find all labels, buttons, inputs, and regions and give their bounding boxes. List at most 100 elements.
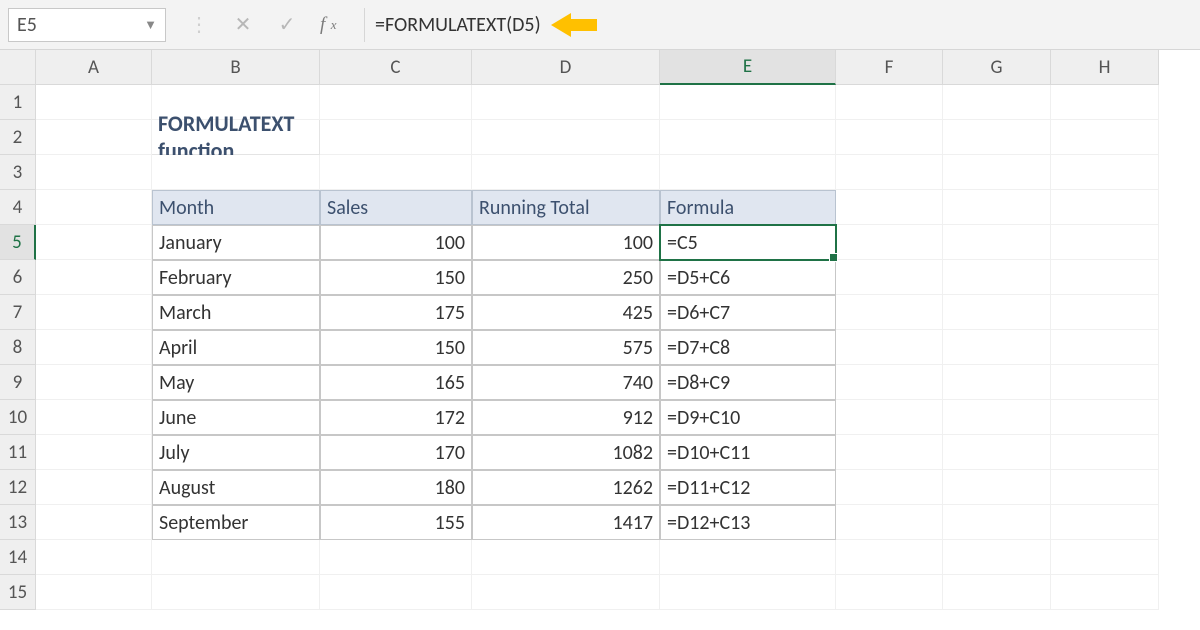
cell-G1[interactable] xyxy=(943,85,1051,120)
cell-D7[interactable]: 425 xyxy=(472,295,660,330)
cell-C11[interactable]: 170 xyxy=(320,435,472,470)
cell-H12[interactable] xyxy=(1051,470,1159,505)
cancel-icon[interactable]: ✕ xyxy=(232,14,254,36)
cell-B8[interactable]: April xyxy=(152,330,320,365)
row-header-3[interactable]: 3 xyxy=(0,155,36,190)
cell-A3[interactable] xyxy=(36,155,152,190)
column-header-F[interactable]: F xyxy=(836,50,943,85)
cell-C6[interactable]: 150 xyxy=(320,260,472,295)
cell-D11[interactable]: 1082 xyxy=(472,435,660,470)
cell-B3[interactable] xyxy=(152,155,320,190)
cell-E11[interactable]: =D10+C11 xyxy=(660,435,836,470)
cell-H8[interactable] xyxy=(1051,330,1159,365)
cell-C13[interactable]: 155 xyxy=(320,505,472,540)
cell-D1[interactable] xyxy=(472,85,660,120)
formula-input[interactable]: =FORMULATEXT(D5) xyxy=(364,8,1190,42)
cell-E15[interactable] xyxy=(660,575,836,610)
worksheet-grid[interactable]: ABCDEFGH12FORMULATEXT function34MonthSal… xyxy=(0,50,1200,610)
cell-G15[interactable] xyxy=(943,575,1051,610)
cell-C8[interactable]: 150 xyxy=(320,330,472,365)
cell-H7[interactable] xyxy=(1051,295,1159,330)
cell-D5[interactable]: 100 xyxy=(472,225,660,260)
column-header-B[interactable]: B xyxy=(152,50,320,85)
cell-F3[interactable] xyxy=(836,155,943,190)
cell-G12[interactable] xyxy=(943,470,1051,505)
cell-B6[interactable]: February xyxy=(152,260,320,295)
enter-icon[interactable]: ✓ xyxy=(276,14,298,36)
cell-F12[interactable] xyxy=(836,470,943,505)
cell-A2[interactable] xyxy=(36,120,152,155)
cell-A5[interactable] xyxy=(36,225,152,260)
cell-G2[interactable] xyxy=(943,120,1051,155)
fx-icon[interactable]: fx xyxy=(320,14,342,36)
cell-F4[interactable] xyxy=(836,190,943,225)
cell-C14[interactable] xyxy=(320,540,472,575)
cell-C12[interactable]: 180 xyxy=(320,470,472,505)
cell-A10[interactable] xyxy=(36,400,152,435)
column-header-H[interactable]: H xyxy=(1051,50,1159,85)
cell-C3[interactable] xyxy=(320,155,472,190)
cell-C15[interactable] xyxy=(320,575,472,610)
row-header-14[interactable]: 14 xyxy=(0,540,36,575)
cell-B9[interactable]: May xyxy=(152,365,320,400)
cell-A7[interactable] xyxy=(36,295,152,330)
cell-F13[interactable] xyxy=(836,505,943,540)
column-header-G[interactable]: G xyxy=(943,50,1051,85)
cell-H11[interactable] xyxy=(1051,435,1159,470)
row-header-10[interactable]: 10 xyxy=(0,400,36,435)
cell-H1[interactable] xyxy=(1051,85,1159,120)
cell-D12[interactable]: 1262 xyxy=(472,470,660,505)
cell-D6[interactable]: 250 xyxy=(472,260,660,295)
cell-B13[interactable]: September xyxy=(152,505,320,540)
cell-H2[interactable] xyxy=(1051,120,1159,155)
row-header-6[interactable]: 6 xyxy=(0,260,36,295)
row-header-15[interactable]: 15 xyxy=(0,575,36,610)
cell-G10[interactable] xyxy=(943,400,1051,435)
cell-F7[interactable] xyxy=(836,295,943,330)
cell-A4[interactable] xyxy=(36,190,152,225)
cell-B15[interactable] xyxy=(152,575,320,610)
row-header-2[interactable]: 2 xyxy=(0,120,36,155)
cell-G13[interactable] xyxy=(943,505,1051,540)
cell-A1[interactable] xyxy=(36,85,152,120)
cell-H14[interactable] xyxy=(1051,540,1159,575)
cell-G6[interactable] xyxy=(943,260,1051,295)
row-header-8[interactable]: 8 xyxy=(0,330,36,365)
cell-E12[interactable]: =D11+C12 xyxy=(660,470,836,505)
cell-G4[interactable] xyxy=(943,190,1051,225)
cell-A14[interactable] xyxy=(36,540,152,575)
cell-H10[interactable] xyxy=(1051,400,1159,435)
column-header-D[interactable]: D xyxy=(472,50,660,85)
cell-B14[interactable] xyxy=(152,540,320,575)
row-header-11[interactable]: 11 xyxy=(0,435,36,470)
cell-G9[interactable] xyxy=(943,365,1051,400)
row-header-13[interactable]: 13 xyxy=(0,505,36,540)
cell-E2[interactable] xyxy=(660,120,836,155)
cell-H9[interactable] xyxy=(1051,365,1159,400)
cell-D10[interactable]: 912 xyxy=(472,400,660,435)
cell-D13[interactable]: 1417 xyxy=(472,505,660,540)
cell-A12[interactable] xyxy=(36,470,152,505)
cell-F9[interactable] xyxy=(836,365,943,400)
cell-D15[interactable] xyxy=(472,575,660,610)
cell-D2[interactable] xyxy=(472,120,660,155)
cell-D3[interactable] xyxy=(472,155,660,190)
cell-F15[interactable] xyxy=(836,575,943,610)
cell-F10[interactable] xyxy=(836,400,943,435)
cell-H4[interactable] xyxy=(1051,190,1159,225)
cell-C7[interactable]: 175 xyxy=(320,295,472,330)
cell-G8[interactable] xyxy=(943,330,1051,365)
cell-E9[interactable]: =D8+C9 xyxy=(660,365,836,400)
cell-B5[interactable]: January xyxy=(152,225,320,260)
cell-E10[interactable]: =D9+C10 xyxy=(660,400,836,435)
cell-E6[interactable]: =D5+C6 xyxy=(660,260,836,295)
cell-D9[interactable]: 740 xyxy=(472,365,660,400)
cell-E8[interactable]: =D7+C8 xyxy=(660,330,836,365)
cell-C1[interactable] xyxy=(320,85,472,120)
cell-C10[interactable]: 172 xyxy=(320,400,472,435)
cell-G3[interactable] xyxy=(943,155,1051,190)
cell-F2[interactable] xyxy=(836,120,943,155)
row-header-1[interactable]: 1 xyxy=(0,85,36,120)
cell-A9[interactable] xyxy=(36,365,152,400)
cell-B7[interactable]: March xyxy=(152,295,320,330)
